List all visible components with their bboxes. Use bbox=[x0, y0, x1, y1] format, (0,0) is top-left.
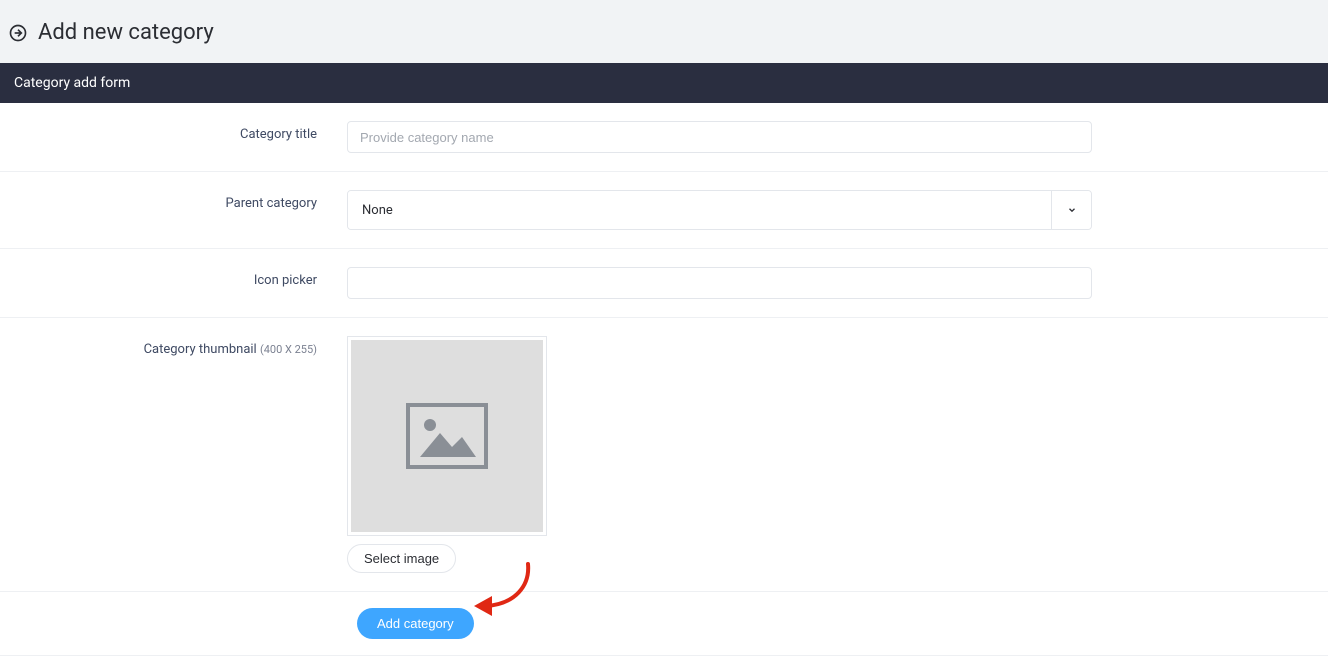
thumbnail-preview bbox=[347, 336, 547, 536]
parent-category-selected: None bbox=[348, 191, 1051, 229]
icon-picker-label: Icon picker bbox=[0, 267, 347, 288]
arrow-circle-right-icon bbox=[8, 23, 28, 43]
thumbnail-label-text: Category thumbnail bbox=[144, 342, 257, 357]
category-title-input[interactable] bbox=[347, 121, 1092, 153]
category-title-label: Category title bbox=[0, 121, 347, 142]
form-row-category-title: Category title bbox=[0, 103, 1328, 172]
add-category-button[interactable]: Add category bbox=[357, 608, 474, 639]
thumbnail-label: Category thumbnail (400 X 255) bbox=[0, 336, 347, 357]
parent-category-label: Parent category bbox=[0, 190, 347, 211]
annotation-arrow-icon bbox=[470, 556, 540, 630]
icon-picker-input[interactable] bbox=[347, 267, 1092, 299]
page-title: Add new category bbox=[38, 20, 214, 45]
chevron-down-icon[interactable] bbox=[1051, 191, 1091, 229]
page-header: Add new category bbox=[0, 0, 1328, 63]
form-row-thumbnail: Category thumbnail (400 X 255) Select im… bbox=[0, 318, 1328, 591]
parent-category-select[interactable]: None bbox=[347, 190, 1092, 230]
thumbnail-size-note: (400 X 255) bbox=[260, 343, 317, 356]
form-submit-row: Add category bbox=[0, 591, 1328, 656]
image-placeholder-icon bbox=[351, 340, 543, 532]
form-row-icon-picker: Icon picker bbox=[0, 249, 1328, 318]
select-image-button[interactable]: Select image bbox=[347, 544, 456, 573]
form-row-parent-category: Parent category None bbox=[0, 172, 1328, 249]
panel-title: Category add form bbox=[0, 63, 1328, 103]
